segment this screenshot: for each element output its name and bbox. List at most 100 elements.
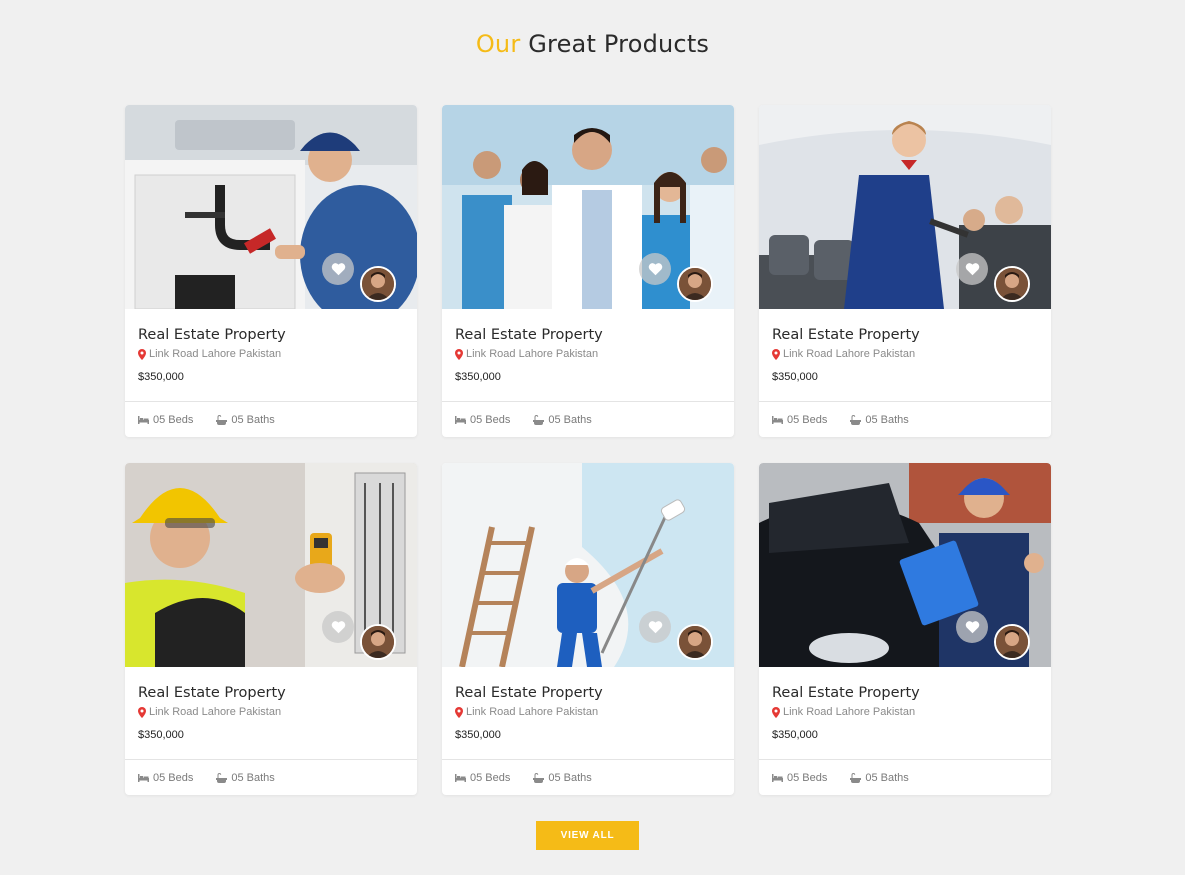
card-location: Link Road Lahore Pakistan (455, 705, 721, 719)
beds-label: 05 Beds (470, 413, 511, 426)
bath-icon (850, 414, 862, 425)
map-pin-icon (455, 348, 463, 360)
product-card[interactable]: Real Estate Property Link Road Lahore Pa… (125, 463, 417, 795)
card-body: Real Estate Property Link Road Lahore Pa… (442, 667, 734, 760)
card-features: 05 Beds 05 Baths (125, 402, 417, 437)
product-image[interactable] (125, 105, 417, 309)
card-location: Link Road Lahore Pakistan (455, 347, 721, 361)
bed-icon (455, 773, 466, 782)
baths-feature: 05 Baths (850, 771, 909, 784)
beds-label: 05 Beds (153, 413, 194, 426)
product-image[interactable] (125, 463, 417, 667)
map-pin-icon (772, 348, 780, 360)
bath-icon (216, 772, 228, 783)
section-title-rest: Great Products (520, 30, 710, 58)
card-features: 05 Beds 05 Baths (759, 760, 1051, 795)
product-image[interactable] (759, 463, 1051, 667)
card-title[interactable]: Real Estate Property (455, 326, 721, 344)
bed-icon (138, 415, 149, 424)
agent-avatar[interactable] (994, 266, 1030, 302)
heart-icon (648, 263, 662, 276)
beds-label: 05 Beds (787, 413, 828, 426)
favorite-button[interactable] (956, 611, 988, 643)
favorite-button[interactable] (956, 253, 988, 285)
heart-icon (965, 621, 979, 634)
avatar-icon (679, 268, 711, 300)
agent-avatar[interactable] (677, 624, 713, 660)
baths-label: 05 Baths (231, 413, 275, 426)
bed-icon (455, 415, 466, 424)
agent-avatar[interactable] (677, 266, 713, 302)
baths-label: 05 Baths (231, 771, 275, 784)
card-location-text: Link Road Lahore Pakistan (466, 348, 599, 360)
card-price: $350,000 (138, 729, 184, 741)
card-title[interactable]: Real Estate Property (455, 684, 721, 702)
avatar-icon (362, 626, 394, 658)
card-body: Real Estate Property Link Road Lahore Pa… (759, 309, 1051, 402)
heart-icon (331, 621, 345, 634)
baths-feature: 05 Baths (533, 771, 592, 784)
favorite-button[interactable] (639, 253, 671, 285)
bath-icon (216, 414, 228, 425)
card-location-text: Link Road Lahore Pakistan (149, 706, 282, 718)
card-location: Link Road Lahore Pakistan (772, 347, 1038, 361)
bath-icon (850, 772, 862, 783)
map-pin-icon (138, 348, 146, 360)
baths-feature: 05 Baths (533, 414, 592, 426)
section-title-accent: Our (475, 30, 521, 58)
beds-label: 05 Beds (470, 771, 511, 784)
heart-icon (965, 263, 979, 276)
baths-label: 05 Baths (548, 771, 592, 784)
card-title[interactable]: Real Estate Property (772, 684, 1038, 702)
agent-avatar[interactable] (994, 624, 1030, 660)
product-card[interactable]: Real Estate Property Link Road Lahore Pa… (759, 105, 1051, 437)
card-features: 05 Beds 05 Baths (125, 760, 417, 795)
avatar-icon (679, 626, 711, 658)
beds-feature: 05 Beds (138, 772, 193, 784)
product-card[interactable]: Real Estate Property Link Road Lahore Pa… (442, 105, 734, 437)
product-image[interactable] (759, 105, 1051, 309)
map-pin-icon (772, 706, 780, 718)
beds-label: 05 Beds (787, 771, 828, 784)
card-features: 05 Beds 05 Baths (442, 402, 734, 437)
view-all-button[interactable]: VIEW ALL (536, 821, 639, 850)
bed-icon (772, 415, 783, 424)
map-pin-icon (138, 706, 146, 718)
card-price: $350,000 (772, 729, 818, 741)
baths-label: 05 Baths (865, 771, 909, 784)
baths-feature: 05 Baths (216, 771, 275, 784)
card-body: Real Estate Property Link Road Lahore Pa… (759, 667, 1051, 760)
products-grid: Real Estate Property Link Road Lahore Pa… (125, 105, 1051, 795)
card-price: $350,000 (772, 371, 818, 383)
card-features: 05 Beds 05 Baths (759, 402, 1051, 437)
avatar-icon (996, 626, 1028, 658)
beds-label: 05 Beds (153, 771, 194, 784)
beds-feature: 05 Beds (455, 772, 510, 784)
favorite-button[interactable] (639, 611, 671, 643)
product-card[interactable]: Real Estate Property Link Road Lahore Pa… (759, 463, 1051, 795)
card-location-text: Link Road Lahore Pakistan (783, 706, 916, 718)
product-card[interactable]: Real Estate Property Link Road Lahore Pa… (125, 105, 417, 437)
card-title[interactable]: Real Estate Property (772, 326, 1038, 344)
beds-feature: 05 Beds (455, 414, 510, 426)
product-card[interactable]: Real Estate Property Link Road Lahore Pa… (442, 463, 734, 795)
card-title[interactable]: Real Estate Property (138, 326, 404, 344)
favorite-button[interactable] (322, 611, 354, 643)
card-body: Real Estate Property Link Road Lahore Pa… (442, 309, 734, 402)
favorite-button[interactable] (322, 253, 354, 285)
card-location: Link Road Lahore Pakistan (772, 705, 1038, 719)
card-title[interactable]: Real Estate Property (138, 684, 404, 702)
heart-icon (648, 621, 662, 634)
bath-icon (533, 414, 545, 425)
card-features: 05 Beds 05 Baths (442, 760, 734, 795)
beds-feature: 05 Beds (138, 414, 193, 426)
agent-avatar[interactable] (360, 266, 396, 302)
product-image[interactable] (442, 105, 734, 309)
card-location-text: Link Road Lahore Pakistan (783, 348, 916, 360)
baths-feature: 05 Baths (850, 414, 909, 426)
agent-avatar[interactable] (360, 624, 396, 660)
beds-feature: 05 Beds (772, 414, 827, 426)
product-image[interactable] (442, 463, 734, 667)
bath-icon (533, 772, 545, 783)
avatar-icon (362, 268, 394, 300)
